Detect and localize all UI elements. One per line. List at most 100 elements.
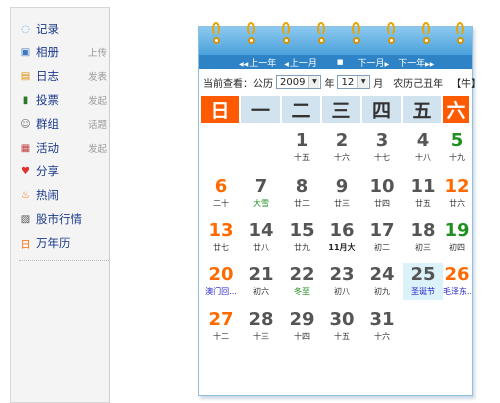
next-year-button[interactable]: 下一年▶▶: [398, 56, 435, 69]
lunar-date-label: 十九: [449, 153, 465, 162]
year-select[interactable]: 2009 ▼: [276, 75, 322, 89]
calendar-day-cell[interactable]: 31 十六: [362, 308, 402, 345]
calendar-day-cell[interactable]: 22 冬至: [282, 263, 322, 300]
calendar-day-cell[interactable]: 2 十六: [322, 129, 362, 166]
sidebar-item-action[interactable]: 话题: [88, 117, 107, 131]
zodiac-text: 【牛】: [451, 78, 482, 90]
prev-month-button[interactable]: ◀上一月: [284, 56, 317, 69]
calendar-day-cell[interactable]: 18 初三: [403, 219, 443, 256]
sidebar-item-4[interactable]: ☺ 群组 话题: [19, 114, 107, 134]
day-number: 24: [369, 264, 395, 285]
sidebar-item-label: 群组: [36, 117, 59, 131]
day-number: 18: [410, 220, 436, 241]
lunar-date-label: 二十: [213, 199, 229, 208]
calendar-day-cell[interactable]: 11 廿五: [403, 175, 443, 212]
prev-year-button[interactable]: ◀◀上一年: [239, 56, 276, 69]
calendar-day-cell[interactable]: 13 廿七: [201, 219, 241, 256]
calendar-day-cell[interactable]: 9 廿三: [322, 175, 362, 212]
calendar-day-cell[interactable]: 5 十九: [443, 129, 471, 166]
bar-chart-icon: ▮: [22, 94, 29, 106]
sidebar-item-action[interactable]: 发起: [88, 93, 107, 107]
heart-icon: ♥: [21, 165, 30, 177]
day-number: 13: [208, 220, 234, 241]
calendar-day-cell[interactable]: 14 廿八: [241, 219, 281, 256]
day-number: 20: [208, 264, 234, 285]
today-button[interactable]: ■: [337, 57, 344, 67]
day-number: 31: [369, 309, 395, 330]
calendar-day-cell[interactable]: 12 廿六: [443, 175, 471, 212]
day-number: 17: [369, 220, 395, 241]
calendar-day-cell[interactable]: 17 初二: [362, 219, 402, 256]
lunar-date-label: 十六: [374, 332, 390, 341]
lunar-date-label: 廿三: [334, 199, 350, 208]
day-number: 30: [329, 309, 355, 330]
sidebar-item-action[interactable]: 发表: [88, 69, 107, 83]
day-number: 4: [416, 130, 430, 151]
calendar-day-cell[interactable]: 19 初四: [443, 219, 471, 256]
calendar-day-cell[interactable]: 4 十八: [403, 129, 443, 166]
calendar-day-cell[interactable]: 26 毛泽东...: [443, 263, 471, 300]
calendar-day-cell[interactable]: 15 廿九: [282, 219, 322, 256]
calendar-day-cell[interactable]: 25 圣诞节: [403, 263, 443, 300]
day-number: 29: [289, 309, 315, 330]
lunar-date-label: 廿六: [449, 199, 465, 208]
sidebar-divider: [19, 260, 109, 261]
sidebar-item-label: 股市行情: [36, 212, 82, 226]
sidebar-item-1[interactable]: ▣ 相册 上传: [19, 42, 107, 62]
binder-ring-icon: [351, 22, 363, 45]
sidebar-item-5[interactable]: ▦ 活动 发起: [19, 138, 107, 158]
calendar-day-cell[interactable]: 23 初八: [322, 263, 362, 300]
sidebar-item-label: 相册: [36, 45, 59, 59]
calendar-day-cell[interactable]: 1 十五: [282, 129, 322, 166]
sidebar-item-7[interactable]: ♨ 热闹: [19, 185, 107, 205]
chevron-down-icon: ▼: [357, 76, 369, 88]
sidebar-item-action[interactable]: 上传: [88, 45, 107, 59]
month-select[interactable]: 12 ▼: [337, 75, 371, 89]
calendar-day-cell[interactable]: 7 大雪: [241, 175, 281, 212]
calendar-day-cell[interactable]: 27 十二: [201, 308, 241, 345]
calendar-day-cell[interactable]: 24 初九: [362, 263, 402, 300]
calendar-day-cell[interactable]: 30 十五: [322, 308, 362, 345]
calendar-day-cell[interactable]: 28 十三: [241, 308, 281, 345]
sidebar-item-2[interactable]: ▤ 日志 发表: [19, 66, 107, 86]
lunar-date-label: 十五: [294, 153, 310, 162]
day-number: 23: [329, 264, 355, 285]
square-icon: ■: [336, 58, 344, 66]
photo-icon: ▣: [20, 46, 31, 58]
binder-ring-icon: [281, 22, 293, 45]
weekday-header: 六: [443, 96, 469, 123]
calendar-date-icon: 日: [20, 239, 31, 251]
calendar-day-cell[interactable]: 29 十四: [282, 308, 322, 345]
calendar-day-cell[interactable]: 21 初六: [241, 263, 281, 300]
sidebar-item-label: 热闹: [36, 188, 59, 202]
calendar-day-cell[interactable]: 3 十七: [362, 129, 402, 166]
lunar-date-label: 冬至: [294, 287, 310, 296]
lunar-date-label: 廿五: [415, 199, 431, 208]
sidebar-item-3[interactable]: ▮ 投票 发起: [19, 90, 107, 110]
lunar-date-label: 廿九: [294, 243, 310, 252]
calendar-day-cell[interactable]: 20 澳门回...: [201, 263, 241, 300]
lunar-date-label: 澳门回...: [205, 287, 237, 296]
chevron-down-icon: ▼: [308, 76, 320, 88]
lunar-date-label: 十二: [213, 332, 229, 341]
sidebar-item-6[interactable]: ♥ 分享: [19, 161, 107, 181]
sidebar-item-0[interactable]: ◌ 记录: [19, 19, 107, 39]
calendar-icon: ▦: [20, 142, 31, 154]
lunar-date-label: 大雪: [253, 199, 269, 208]
calendar-day-cell[interactable]: 6 二十: [201, 175, 241, 212]
day-number: 28: [248, 309, 274, 330]
sidebar-item-9[interactable]: 日万年历: [19, 233, 107, 253]
sidebar-item-action[interactable]: 发起: [88, 141, 107, 155]
sidebar-item-8[interactable]: ▧ 股市行情: [19, 209, 107, 229]
journal-icon: ▤: [20, 70, 31, 82]
day-number: 10: [369, 176, 395, 197]
calendar-day-cell[interactable]: 16 11月大: [322, 219, 362, 256]
lunar-date-label: 廿七: [213, 243, 229, 252]
next-month-button[interactable]: 下一月▶: [358, 56, 391, 69]
calendar-day-cell[interactable]: 10 廿四: [362, 175, 402, 212]
lunar-date-label: 十三: [253, 332, 269, 341]
calendar-day-cell[interactable]: 8 廿二: [282, 175, 322, 212]
day-number: 27: [208, 309, 234, 330]
lunar-date-label: 初六: [253, 287, 269, 296]
day-number: 8: [295, 176, 309, 197]
